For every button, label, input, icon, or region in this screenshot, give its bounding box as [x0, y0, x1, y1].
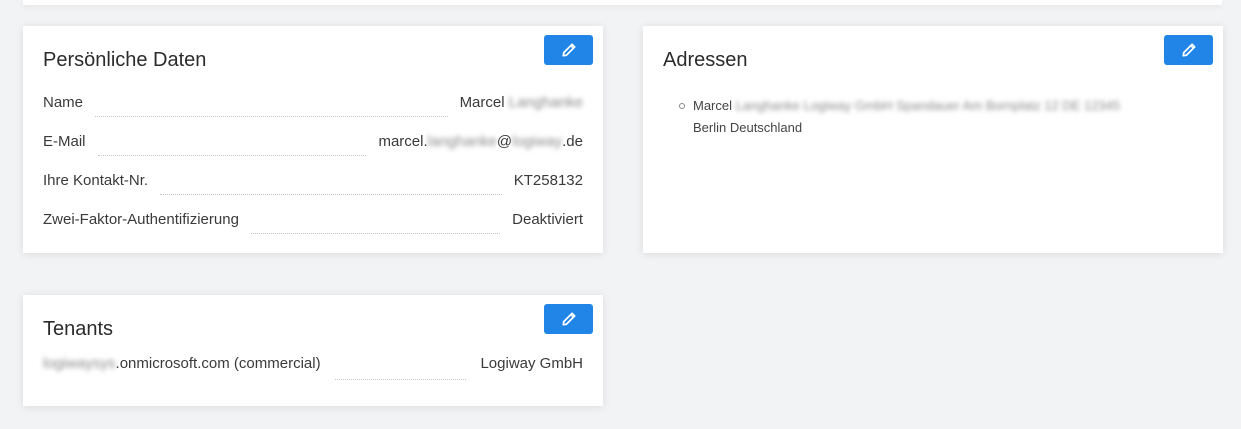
redacted-last-name: Langhanke: [508, 94, 583, 111]
name-label: Name: [43, 94, 84, 111]
first-name: Marcel: [459, 94, 505, 111]
two-factor-row: Zwei-Faktor-Authentifizierung Deaktivier…: [43, 211, 583, 250]
email-prefix: marcel.: [378, 133, 428, 150]
tenant-company: Logiway GmbH: [480, 355, 583, 372]
tenant-row: logiwaysys.onmicrosoft.com (commercial) …: [43, 355, 583, 394]
email-at: @: [496, 133, 513, 150]
email-row: E-Mail marcel.langhanke@logiway.de: [43, 133, 583, 172]
redacted-email-part-1: langhanke: [427, 133, 497, 150]
email-suffix: .de: [562, 133, 583, 150]
edit-addresses-button[interactable]: [1164, 35, 1213, 65]
email-value: marcel.langhanke@logiway.de: [378, 133, 583, 150]
top-panel-edge: [23, 0, 1222, 5]
name-value: Marcel Langhanke: [460, 94, 583, 111]
redacted-address: Langhanke Logiway GmbH Spandauer Am Born…: [735, 98, 1121, 113]
two-factor-value: Deaktiviert: [512, 211, 583, 228]
pencil-icon: [561, 43, 576, 57]
address-name: Marcel: [693, 98, 733, 113]
dotted-leader: [97, 155, 367, 156]
addresses-title: Adressen: [663, 49, 748, 71]
pencil-icon: [561, 312, 576, 326]
addresses-card: Adressen Marcel Langhanke Logiway GmbH S…: [643, 26, 1223, 253]
edit-tenants-button[interactable]: [544, 304, 593, 334]
contact-number-label: Ihre Kontakt-Nr.: [43, 172, 149, 189]
dotted-leader: [250, 233, 501, 234]
tenant-domain-suffix: .onmicrosoft.com (commercial): [115, 355, 321, 372]
address-item: Marcel Langhanke Logiway GmbH Spandauer …: [679, 95, 1183, 139]
redacted-tenant-name: logiwaysys: [43, 355, 116, 372]
personal-data-title: Persönliche Daten: [43, 49, 207, 71]
tenants-card: Tenants logiwaysys.onmicrosoft.com (comm…: [23, 295, 603, 406]
dotted-leader: [160, 194, 502, 195]
contact-number-value: KT258132: [513, 172, 583, 189]
address-line-2: Berlin Deutschland: [693, 120, 803, 135]
tenant-domain: logiwaysys.onmicrosoft.com (commercial): [43, 355, 321, 372]
redacted-email-part-2: logiway: [512, 133, 563, 150]
dotted-leader: [334, 379, 467, 380]
personal-data-list: Name Marcel Langhanke E-Mail marcel.lang…: [43, 94, 583, 250]
pencil-icon: [1181, 43, 1196, 57]
two-factor-label: Zwei-Faktor-Authentifizierung: [43, 211, 239, 228]
address-list: Marcel Langhanke Logiway GmbH Spandauer …: [679, 95, 1183, 139]
personal-data-card: Persönliche Daten Name Marcel Langhanke …: [23, 26, 603, 253]
address-line-1: Marcel Langhanke Logiway GmbH Spandauer …: [693, 95, 1183, 117]
email-label: E-Mail: [43, 133, 86, 150]
edit-personal-data-button[interactable]: [544, 35, 593, 65]
circle-bullet-icon: [679, 103, 685, 109]
tenant-list: logiwaysys.onmicrosoft.com (commercial) …: [43, 355, 583, 394]
dotted-leader: [95, 116, 448, 117]
name-row: Name Marcel Langhanke: [43, 94, 583, 133]
contact-number-row: Ihre Kontakt-Nr. KT258132: [43, 172, 583, 211]
tenants-title: Tenants: [43, 318, 114, 340]
